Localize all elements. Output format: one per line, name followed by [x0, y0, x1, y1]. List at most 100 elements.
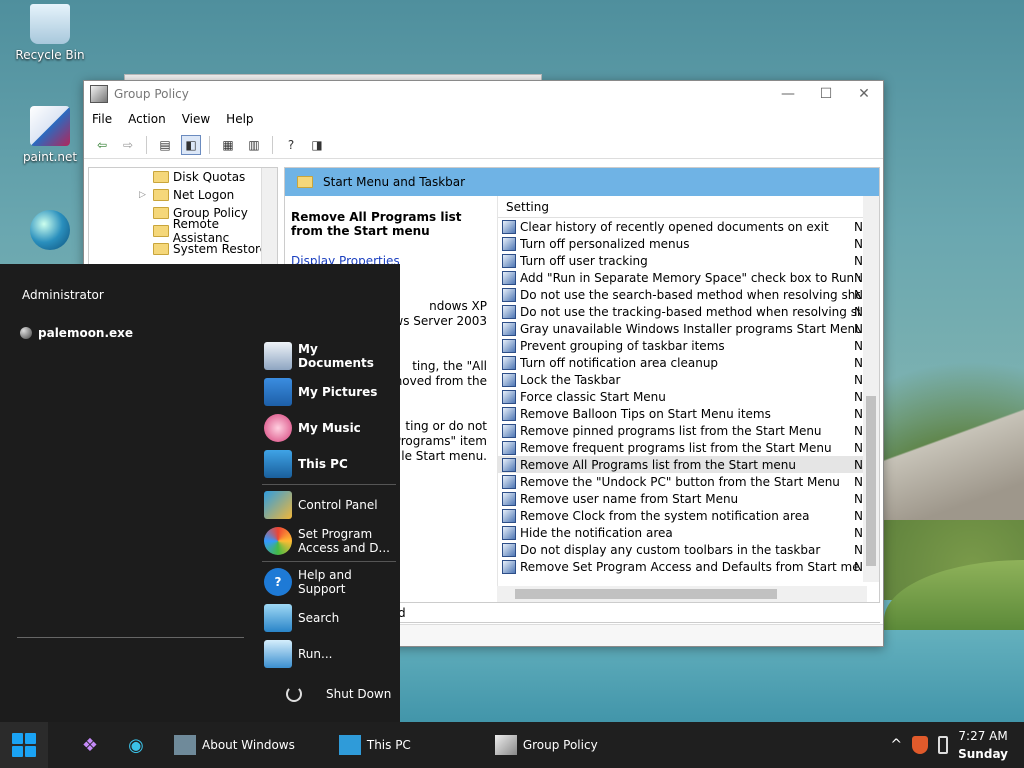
setting-row[interactable]: Remove user name from Start Menu N	[498, 490, 879, 507]
setting-label: Prevent grouping of taskbar items	[520, 338, 725, 353]
setting-state: N	[854, 525, 863, 540]
setting-label: Remove frequent programs list from the S…	[520, 440, 832, 455]
show-hidden-icons-chevron-icon[interactable]: ^	[890, 737, 902, 753]
start-menu-help-support[interactable]: ? Help and Support	[262, 564, 396, 600]
setting-row[interactable]: Turn off notification area cleanup N	[498, 354, 879, 371]
setting-row[interactable]: Do not use the search-based method when …	[498, 286, 879, 303]
scroll-thumb[interactable]	[515, 589, 777, 599]
scroll-thumb[interactable]	[866, 396, 876, 566]
minimize-button[interactable]: —	[769, 86, 807, 102]
properties-icon[interactable]: ▦	[218, 135, 238, 155]
menu-file[interactable]: File	[92, 112, 112, 126]
policy-setting-icon	[502, 457, 516, 472]
tree-item-remote-assistance[interactable]: Remote Assistanc	[89, 217, 277, 245]
maximize-button[interactable]: ☐	[807, 86, 845, 102]
settings-vertical-scrollbar[interactable]	[863, 196, 879, 582]
menu-view[interactable]: View	[182, 112, 210, 126]
pane-header-title: Start Menu and Taskbar	[323, 175, 466, 189]
close-button[interactable]: ✕	[845, 86, 883, 102]
column-header-setting[interactable]: Setting	[498, 196, 879, 218]
start-button[interactable]	[0, 722, 48, 768]
start-menu-link-label: Search	[298, 611, 340, 625]
setting-row[interactable]: Hide the notification area N	[498, 524, 879, 541]
setting-row[interactable]: Turn off personalized menus N	[498, 235, 879, 252]
folder-icon	[297, 176, 313, 188]
setting-row[interactable]: Remove the "Undock PC" button from the S…	[498, 473, 879, 490]
setting-row[interactable]: Do not display any custom toolbars in th…	[498, 541, 879, 558]
copilot-icon[interactable]: ❖	[74, 729, 106, 761]
desktop-icon-recycle-bin[interactable]: Recycle Bin	[10, 4, 90, 62]
clock-day: Sunday	[958, 747, 1008, 761]
taskbar-app-group-policy[interactable]: Group Policy	[485, 722, 608, 768]
setting-label: Turn off personalized menus	[520, 236, 690, 251]
setting-label: Clear history of recently opened documen…	[520, 219, 829, 234]
folder-icon	[153, 171, 169, 183]
pinned-program-palemoon[interactable]: palemoon.exe	[20, 326, 133, 340]
show-hide-tree-icon[interactable]: ◧	[181, 134, 201, 155]
start-menu-my-documents[interactable]: My Documents	[262, 338, 396, 374]
setting-label: Remove user name from Start Menu	[520, 491, 739, 506]
start-menu-this-pc[interactable]: This PC	[262, 446, 396, 482]
help-icon[interactable]: ?	[281, 135, 301, 155]
start-menu-my-music[interactable]: My Music	[262, 410, 396, 446]
setting-state: N	[854, 389, 863, 404]
security-shield-icon[interactable]	[912, 736, 929, 754]
start-menu-link-label: My Music	[298, 421, 361, 435]
policy-setting-icon	[502, 304, 516, 319]
back-arrow-icon[interactable]: ⇦	[92, 135, 112, 155]
setting-row[interactable]: Gray unavailable Windows Installer progr…	[498, 320, 879, 337]
tree-item-system-restore[interactable]: System Restore	[89, 240, 277, 258]
export-list-icon[interactable]: ▥	[244, 135, 264, 155]
start-menu-set-program-access[interactable]: Set Program Access and D...	[262, 523, 396, 559]
setting-row[interactable]: Lock the Taskbar N	[498, 371, 879, 388]
paint-net-icon	[30, 106, 70, 146]
tree-item-net-logon[interactable]: ▷ Net Logon	[89, 186, 277, 204]
setting-row[interactable]: Force classic Start Menu N	[498, 388, 879, 405]
menu-action[interactable]: Action	[128, 112, 166, 126]
setting-row[interactable]: Turn off user tracking N	[498, 252, 879, 269]
desktop-icon-paint-net[interactable]: paint.net	[10, 106, 90, 164]
desktop-icon-globe[interactable]	[10, 210, 90, 254]
usb-drive-icon[interactable]	[938, 736, 949, 754]
taskbar-app-this-pc[interactable]: This PC	[329, 722, 421, 768]
tree-item-disk-quotas[interactable]: Disk Quotas	[89, 168, 277, 186]
palemoon-icon	[20, 327, 32, 339]
taskbar-app-about-windows[interactable]: About Windows	[164, 722, 305, 768]
setting-state: N	[854, 491, 863, 506]
policy-setting-icon	[502, 440, 516, 455]
forward-arrow-icon[interactable]: ⇨	[118, 135, 138, 155]
start-menu-my-pictures[interactable]: My Pictures	[262, 374, 396, 410]
start-menu-control-panel[interactable]: Control Panel	[262, 487, 396, 523]
edge-browser-icon[interactable]: ◉	[120, 729, 152, 761]
pinned-program-label: palemoon.exe	[38, 326, 134, 340]
control-panel-icon	[264, 491, 292, 519]
title-bar[interactable]: Group Policy — ☐ ✕	[84, 81, 883, 107]
expand-arrow-icon[interactable]: ▷	[139, 190, 146, 200]
setting-row[interactable]: Remove Balloon Tips on Start Menu items N	[498, 405, 879, 422]
start-menu-link-label: Control Panel	[298, 498, 378, 512]
setting-row[interactable]: Remove Set Program Access and Defaults f…	[498, 558, 879, 575]
setting-label: Lock the Taskbar	[520, 372, 621, 387]
folder-icon	[153, 207, 169, 219]
folder-icon	[153, 189, 169, 201]
extended-view-icon[interactable]: ◨	[307, 135, 327, 155]
shut-down-button[interactable]: Shut Down	[286, 686, 391, 702]
clock[interactable]: 7:27 AM Sunday	[958, 727, 1008, 763]
setting-row[interactable]: Clear history of recently opened documen…	[498, 218, 879, 235]
settings-horizontal-scrollbar[interactable]	[497, 586, 867, 602]
menu-help[interactable]: Help	[226, 112, 253, 126]
setting-row[interactable]: Add "Run in Separate Memory Space" check…	[498, 269, 879, 286]
start-menu-search[interactable]: Search	[262, 600, 396, 636]
setting-row[interactable]: Remove frequent programs list from the S…	[498, 439, 879, 456]
setting-row[interactable]: Remove All Programs list from the Start …	[498, 456, 879, 473]
taskbar-app-label: About Windows	[202, 738, 295, 752]
setting-row[interactable]: Prevent grouping of taskbar items N	[498, 337, 879, 354]
shut-down-label: Shut Down	[326, 687, 392, 701]
setting-row[interactable]: Remove pinned programs list from the Sta…	[498, 422, 879, 439]
setting-label: Force classic Start Menu	[520, 389, 666, 404]
up-folder-icon[interactable]: ▤	[155, 135, 175, 155]
start-menu-run[interactable]: Run...	[262, 636, 396, 672]
my-pictures-icon	[264, 378, 292, 406]
setting-row[interactable]: Do not use the tracking-based method whe…	[498, 303, 879, 320]
setting-row[interactable]: Remove Clock from the system notificatio…	[498, 507, 879, 524]
